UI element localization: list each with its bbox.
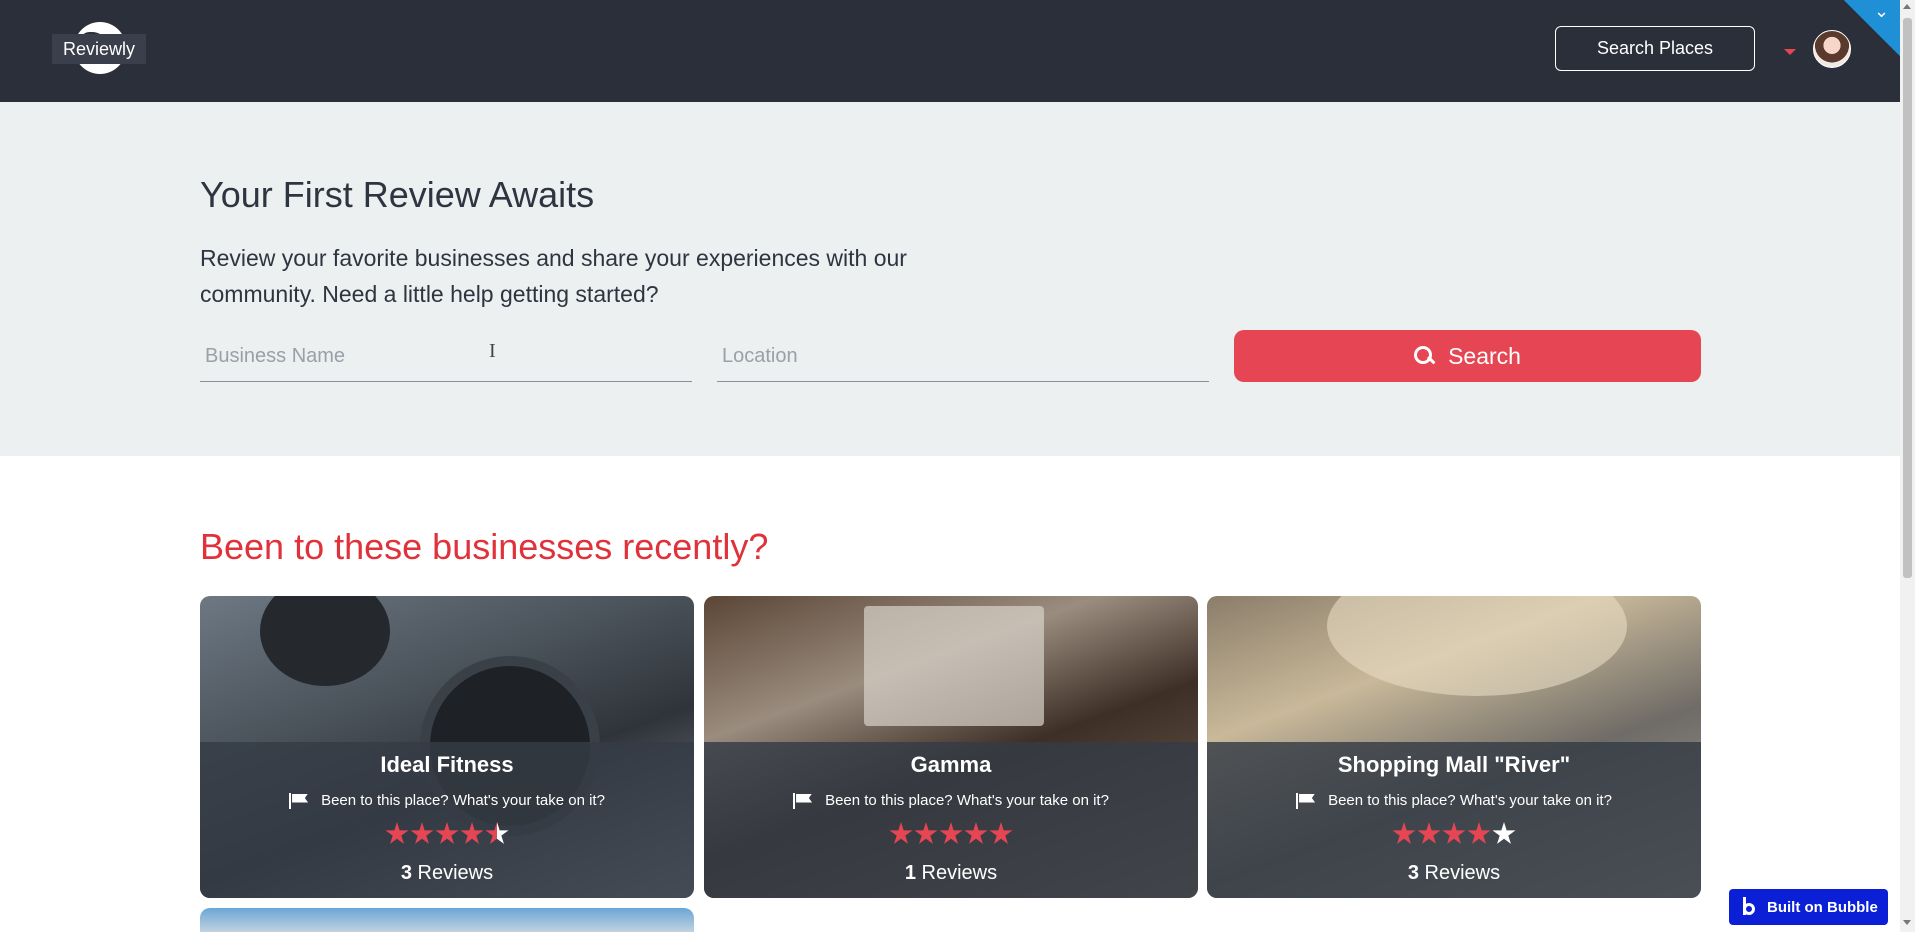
section-title: Been to these businesses recently? — [200, 526, 769, 567]
flag-icon — [1296, 792, 1316, 809]
hero-description: Review your favorite businesses and shar… — [200, 245, 907, 307]
star-icon — [385, 822, 409, 844]
business-name: Gamma — [910, 752, 992, 777]
flag-icon — [289, 792, 309, 809]
caret-down-icon[interactable] — [1784, 49, 1796, 55]
search-places-button[interactable]: Search Places — [1555, 26, 1755, 71]
review-prompt[interactable]: Been to this place? What's your take on … — [200, 792, 694, 809]
star-icon — [410, 822, 434, 844]
business-name: Ideal Fitness — [380, 752, 514, 777]
review-count-label: Reviews — [417, 862, 494, 884]
star-icon — [1492, 822, 1516, 844]
review-prompt-text: Been to this place? What's your take on … — [1328, 792, 1612, 809]
card-image — [864, 606, 1044, 726]
chevron-down-icon[interactable]: ⌄ — [1874, 2, 1889, 20]
card-overlay: Ideal Fitness Been to this place? What's… — [200, 742, 694, 898]
review-count: 1 Reviews — [704, 862, 1198, 885]
review-count-label: Reviews — [921, 862, 998, 884]
search-button-label: Search — [1448, 342, 1521, 369]
business-card-partial[interactable] — [200, 908, 694, 932]
star-icon — [939, 822, 963, 844]
star-rating — [200, 822, 694, 846]
star-icon — [435, 822, 459, 844]
star-icon — [1417, 822, 1441, 844]
hero-title: Your First Review Awaits — [200, 174, 595, 215]
scroll-up-arrow-icon[interactable] — [1903, 4, 1911, 9]
scroll-down-arrow-icon[interactable] — [1903, 920, 1911, 925]
text-cursor-icon: I — [489, 340, 496, 362]
search-button[interactable]: Search — [1234, 330, 1701, 382]
top-navbar: Reviewly Search Places — [0, 0, 1900, 102]
location-input[interactable] — [717, 332, 1209, 382]
star-rating — [704, 822, 1198, 846]
star-icon — [460, 822, 484, 844]
star-icon — [485, 822, 509, 844]
bubble-logo-icon — [1741, 897, 1759, 917]
review-count-number: 3 — [400, 862, 412, 884]
business-card[interactable]: Ideal Fitness Been to this place? What's… — [200, 596, 694, 898]
review-prompt-text: Been to this place? What's your take on … — [825, 792, 1109, 809]
card-image — [260, 596, 390, 686]
business-name-input[interactable] — [200, 332, 692, 382]
hero-section: Your First Review Awaits Review your fav… — [0, 102, 1900, 456]
logo-text: Reviewly — [52, 34, 146, 64]
review-count-label: Reviews — [1424, 862, 1501, 884]
review-prompt[interactable]: Been to this place? What's your take on … — [1207, 792, 1701, 809]
review-count-number: 1 — [904, 862, 916, 884]
star-icon — [989, 822, 1013, 844]
business-card[interactable]: Gamma Been to this place? What's your ta… — [704, 596, 1198, 898]
star-icon — [964, 822, 988, 844]
business-card[interactable]: Shopping Mall "River" Been to this place… — [1207, 596, 1701, 898]
star-icon — [914, 822, 938, 844]
search-icon — [1414, 346, 1434, 366]
badge-label: Built on Bubble — [1767, 898, 1878, 916]
card-overlay: Gamma Been to this place? What's your ta… — [704, 742, 1198, 898]
flag-icon — [793, 792, 813, 809]
star-icon — [1392, 822, 1416, 844]
review-count-number: 3 — [1407, 862, 1419, 884]
star-icon — [889, 822, 913, 844]
review-count: 3 Reviews — [200, 862, 694, 885]
business-name: Shopping Mall "River" — [1337, 752, 1571, 777]
star-icon — [1442, 822, 1466, 844]
reviewly-logo[interactable]: Reviewly — [52, 20, 146, 76]
review-count: 3 Reviews — [1207, 862, 1701, 885]
card-overlay: Shopping Mall "River" Been to this place… — [1207, 742, 1701, 898]
review-prompt-text: Been to this place? What's your take on … — [321, 792, 605, 809]
debug-ribbon[interactable] — [1844, 0, 1900, 56]
page-scrollbar[interactable] — [1900, 0, 1915, 932]
scroll-thumb[interactable] — [1903, 18, 1912, 578]
star-icon — [1467, 822, 1491, 844]
built-on-bubble-badge[interactable]: Built on Bubble — [1729, 889, 1888, 925]
card-image — [1327, 596, 1627, 696]
star-rating — [1207, 822, 1701, 846]
review-prompt[interactable]: Been to this place? What's your take on … — [704, 792, 1198, 809]
